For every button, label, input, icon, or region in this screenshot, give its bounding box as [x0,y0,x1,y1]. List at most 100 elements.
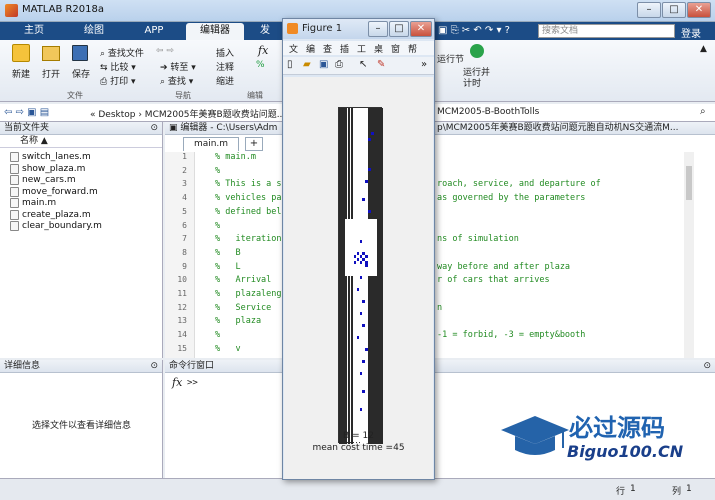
figure-menu-item[interactable]: 窗 [391,42,400,55]
figure-open-icon[interactable]: ▰ [303,59,311,70]
maximize-button[interactable]: □ [662,2,686,18]
figure-menu-item[interactable]: 桌 [374,42,383,55]
m-file-icon [10,152,19,162]
figure-menu-item[interactable]: 编 [306,42,315,55]
figure-save-icon[interactable]: ▣ [319,59,328,70]
figure-window[interactable]: Figure 1 – □ ✕ 文编查插工桌窗帮 ▯ ▰ ▣ ⎙ ↖ ✎ » B … [282,18,435,480]
figure-minimize-button[interactable]: – [368,21,388,37]
comment-button[interactable]: 注释 [216,60,234,73]
search-folder-icon[interactable]: ⌕ [700,106,706,117]
minimize-button[interactable]: – [637,2,661,18]
code-line-tail[interactable]: n [437,303,442,313]
code-line[interactable]: % main.m [215,152,256,162]
figure-maximize-button[interactable]: □ [389,21,409,37]
mean-cost-label: mean cost time =45 [312,443,405,453]
current-path[interactable]: « Desktop › MCM2005年美赛B题收费站问题... [90,107,285,120]
file-item[interactable]: switch_lanes.m [22,152,91,162]
code-line[interactable]: % defined bel [215,207,282,217]
ribbon-collapse-icon[interactable]: ▲ [700,44,707,54]
run-and-time-button[interactable]: 运行并 计时 [463,68,490,90]
file-item[interactable]: clear_boundary.m [22,221,102,231]
line-number: 6 [182,220,187,230]
pointer-icon[interactable]: ↖ [359,59,367,70]
tab-plot[interactable]: 绘图 [74,23,114,40]
file-list: switch_lanes.m show_plaza.m new_cars.mmove… [0,150,163,240]
print-button[interactable]: ⎙ 打印 ▾ [100,74,135,87]
status-bar: 行 1 列 1 [0,478,715,500]
save-button[interactable]: 保存 [72,67,90,80]
watermark-text: 必过源码 [569,414,665,442]
code-line[interactable]: % [215,166,220,176]
code-line-tail[interactable]: -1 = forbid, -3 = empty&booth [437,330,585,340]
figure-print-icon[interactable]: ⎙ [335,59,343,70]
figure-close-button[interactable]: ✕ [410,21,432,37]
toolbar-overflow-icon[interactable]: » [421,59,427,70]
line-number: 12 [177,302,187,312]
tab-publish[interactable]: 发 [250,23,280,40]
run-section-button[interactable]: 运行节 [437,52,464,65]
code-line[interactable]: % [215,221,220,231]
tab-home[interactable]: 主页 [14,23,54,40]
code-line-tail[interactable]: r of cars that arrives [437,275,550,285]
current-folder-title: 当前文件夹 ⊙ [0,122,162,135]
code-line-tail[interactable]: way before and after plaza [437,262,570,272]
code-line[interactable]: % Arrival [215,275,271,285]
fx-icon[interactable]: fx [172,376,182,389]
new-button[interactable]: 新建 [12,67,30,80]
search-input[interactable]: 搜索文档 [538,24,675,38]
compare-button[interactable]: ⇆ 比较 ▾ [100,60,136,73]
figure-menu-item[interactable]: 查 [323,42,332,55]
login-link[interactable]: 登录 [681,25,701,40]
code-line[interactable]: % B [215,248,241,258]
close-button[interactable]: ✕ [687,2,711,18]
file-item[interactable]: create_plaza.m [22,210,91,220]
code-line[interactable]: % plazaleng [215,289,282,299]
percent-icon[interactable]: % [256,60,265,70]
line-number: 3 [182,179,187,189]
insert-button[interactable]: 插入 [216,46,234,59]
file-item[interactable]: move_forward.m [22,187,98,197]
code-line-tail[interactable]: as governed by the parameters [437,193,585,203]
figure-toolbar: ▯ ▰ ▣ ⎙ ↖ ✎ » [283,57,434,75]
open-folder-icon [42,46,60,61]
line-number: 14 [177,330,187,340]
add-tab-button[interactable]: + [245,137,263,151]
tab-main-m[interactable]: main.m [183,137,239,151]
file-item[interactable]: show_plaza.m [22,164,85,174]
code-line[interactable]: % vehicles pa [215,193,282,203]
figure-menu-item[interactable]: 插 [340,42,349,55]
group-edit-label: 编辑 [247,91,263,100]
tab-apps[interactable]: APP [134,23,174,40]
figure-new-icon[interactable]: ▯ [287,59,293,70]
code-line[interactable]: % [215,330,220,340]
file-item[interactable]: new_cars.m [22,175,76,185]
figure-menu-item[interactable]: 帮 [408,42,417,55]
code-line[interactable]: % iteration [215,234,282,244]
figure-title-bar[interactable]: Figure 1 – □ ✕ [283,19,434,39]
code-line[interactable]: % This is a s [215,179,282,189]
file-item[interactable]: main.m [22,198,56,208]
editor-scroll-thumb[interactable] [686,166,692,200]
find-button[interactable]: ⌕ 查找 ▾ [160,74,193,87]
back-forward-icons[interactable]: ⇦ ⇨ ▣ ▤ [4,107,49,118]
figure-menu-item[interactable]: 文 [289,42,298,55]
fx-icon[interactable]: fx [258,44,268,57]
code-line[interactable]: % Service [215,303,271,313]
group-nav-label: 导航 [175,91,191,100]
indent-button[interactable]: 缩进 [216,74,234,87]
nav-arrows[interactable]: ⇦ ⇨ [156,46,174,56]
tab-editor[interactable]: 编辑器 [186,23,244,40]
code-line-tail[interactable]: roach, service, and departure of [437,179,601,189]
code-line[interactable]: % v [215,344,241,354]
code-line[interactable]: % L [215,262,241,272]
code-line-tail[interactable]: ns of simulation [437,234,519,244]
brush-icon[interactable]: ✎ [377,59,385,70]
name-column-header[interactable]: 名称 ▲ [0,135,162,148]
current-path-tail[interactable]: MCM2005-B-BoothTolls [437,107,539,117]
code-line[interactable]: % plaza [215,316,261,326]
open-button[interactable]: 打开 [42,67,60,80]
find-files-button[interactable]: ⌕ 查找文件 [100,46,144,59]
figure-menu-item[interactable]: 工 [357,42,366,55]
goto-button[interactable]: ➔ 转至 ▾ [160,60,196,73]
command-prompt[interactable]: >> [187,378,198,388]
